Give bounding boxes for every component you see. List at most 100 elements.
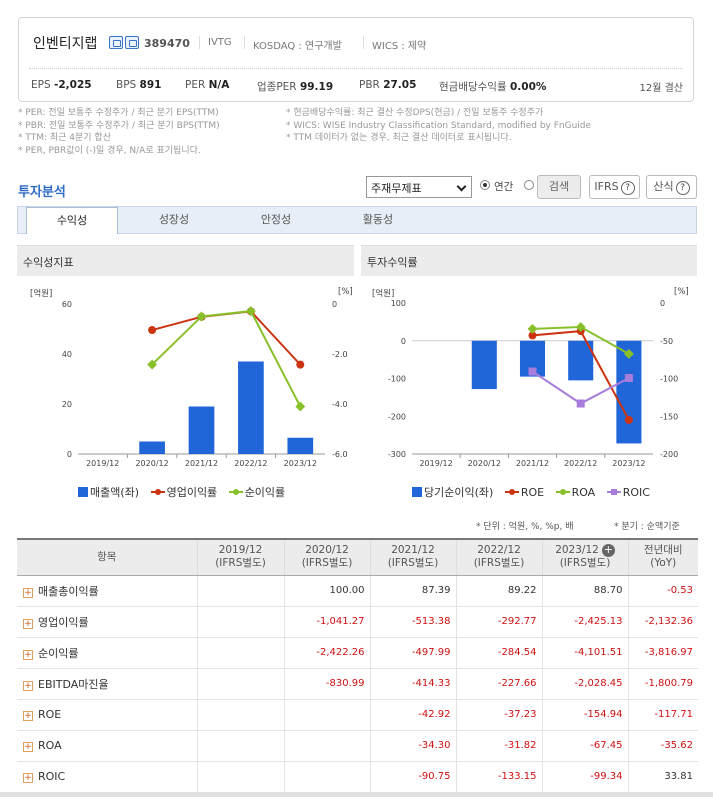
table-cell: -830.99 bbox=[283, 668, 370, 700]
table-cell: -2,028.45 bbox=[541, 668, 628, 700]
stock-code: 389470 bbox=[144, 37, 190, 50]
section-title: 투자분석 bbox=[18, 185, 66, 200]
row-label[interactable]: + 순이익률 bbox=[17, 637, 197, 669]
series-line bbox=[151, 310, 302, 366]
notes-right: * 현금배당수익률: 최근 결산 수정DPS(현금) / 전일 보통주 수정주가… bbox=[286, 107, 591, 145]
tab-profitability[interactable]: 수익성 bbox=[26, 207, 118, 234]
metric-pbr: PBR 27.05 bbox=[359, 79, 417, 91]
row-label[interactable]: + ROA bbox=[17, 730, 197, 762]
expand-icon[interactable]: + bbox=[23, 680, 33, 691]
x-tick-label: 2020/12 bbox=[468, 459, 501, 468]
col-header-2022: 2022/12 (IFRS별도) bbox=[455, 538, 542, 576]
row-label[interactable]: + 매출총이익률 bbox=[17, 575, 197, 607]
note: * TTM 데이터가 없는 경우, 최근 결산 데이터로 표시됩니다. bbox=[286, 133, 512, 143]
y-right-unit: [%] bbox=[338, 287, 353, 297]
tab-stability[interactable]: 안정성 bbox=[230, 207, 322, 234]
search-button[interactable]: 검색 bbox=[537, 175, 581, 199]
table-cell: -117.71 bbox=[627, 699, 698, 731]
horizontal-scrollbar[interactable] bbox=[0, 792, 713, 797]
radio-annual[interactable] bbox=[480, 180, 490, 190]
data-point bbox=[295, 401, 306, 412]
y-right-unit: [%] bbox=[674, 287, 689, 297]
x-tick-label: 2022/12 bbox=[234, 459, 267, 468]
expand-icon[interactable]: + bbox=[23, 649, 33, 660]
home-icon[interactable] bbox=[109, 36, 123, 49]
table-cell bbox=[283, 699, 370, 731]
table-cell bbox=[196, 668, 284, 700]
formula-help-button[interactable]: 산식? bbox=[646, 175, 697, 199]
divider bbox=[199, 36, 200, 49]
bar bbox=[238, 361, 264, 454]
tab-growth[interactable]: 성장성 bbox=[128, 207, 220, 234]
table-cell: -1,800.79 bbox=[627, 668, 698, 700]
table-cell: -67.45 bbox=[541, 730, 628, 762]
profitability-table: 항목 2019/12 (IFRS별도) 2020/12 (IFRS별도) 2021/… bbox=[17, 538, 698, 793]
y-left-tick: 100 bbox=[391, 299, 406, 308]
market-label: KOSDAQ : 연구개발 bbox=[253, 41, 342, 52]
y-right-tick: -200 bbox=[660, 450, 678, 459]
expand-icon[interactable]: + bbox=[23, 618, 33, 629]
statement-select[interactable]: 주재무제표 bbox=[366, 176, 472, 198]
note: * PBR: 전일 보통주 수정주가 / 최근 분기 BPS(TTM) bbox=[18, 120, 220, 131]
table-cell: -497.99 bbox=[369, 637, 456, 669]
analysis-tabs: 수익성 성장성 안정성 활동성 bbox=[17, 206, 697, 234]
table-cell bbox=[196, 575, 284, 607]
data-point bbox=[624, 415, 633, 424]
y-right-tick: -100 bbox=[660, 375, 678, 384]
note: * PER, PBR값이 (-)일 경우, N/A로 표기됩니다. bbox=[18, 145, 201, 156]
row-label[interactable]: + ROE bbox=[17, 699, 197, 731]
building-icon[interactable] bbox=[125, 36, 139, 49]
table-cell bbox=[196, 637, 284, 669]
expand-icon[interactable]: + bbox=[23, 742, 33, 752]
row-label[interactable]: + EBITDA마진율 bbox=[17, 668, 197, 700]
legend-label: ROA bbox=[571, 486, 596, 499]
table-cell: -154.94 bbox=[541, 699, 628, 731]
table-cell: 88.70 bbox=[541, 575, 628, 607]
radio-quarter[interactable] bbox=[524, 180, 534, 190]
legend-label: 당기순이익(좌) bbox=[424, 486, 494, 499]
wics-label: WICS : 제약 bbox=[372, 41, 427, 52]
row-label[interactable]: + 영업이익률 bbox=[17, 606, 197, 638]
table-cell: -3,816.97 bbox=[627, 637, 698, 669]
table-cell: -35.62 bbox=[627, 730, 698, 762]
table-cell: -37.23 bbox=[455, 699, 542, 731]
y-right-tick: 0 bbox=[660, 299, 665, 308]
legend-line-swatch bbox=[504, 487, 519, 497]
ifrs-help-button[interactable]: IFRS? bbox=[589, 175, 640, 199]
expand-icon[interactable]: + bbox=[23, 711, 33, 721]
expand-plus-icon[interactable]: + bbox=[601, 544, 615, 558]
data-point bbox=[148, 326, 157, 335]
table-cell: -2,425.13 bbox=[541, 606, 628, 638]
x-tick-label: 2019/12 bbox=[419, 459, 452, 468]
table-cell bbox=[283, 730, 370, 762]
table-cell: -133.15 bbox=[455, 761, 542, 793]
y-left-tick: 40 bbox=[62, 350, 72, 359]
table-row: + 순이익률 -2,422.26 -497.99 -284.54 -4,101.51 -3,… bbox=[17, 637, 698, 669]
profitability-chart: 60 40 20 0 0 -2.0 -4.0 -6.0 2019/12 2020/12 2021/1… bbox=[62, 300, 348, 468]
y-left-tick: 60 bbox=[62, 300, 72, 309]
question-icon: ? bbox=[620, 181, 635, 195]
metric-dividend-yield: 현금배당수익률 0.00% bbox=[439, 81, 547, 93]
tab-activity[interactable]: 활동성 bbox=[332, 207, 424, 234]
divider bbox=[244, 36, 245, 49]
col-header-2019: 2019/12 (IFRS별도) bbox=[196, 538, 284, 576]
company-name: 인벤티지랩 bbox=[33, 36, 98, 52]
legend-bar-swatch bbox=[412, 487, 422, 497]
x-tick-label: 2019/12 bbox=[86, 459, 119, 468]
x-tick-label: 2023/12 bbox=[612, 459, 645, 468]
y-right-tick: -4.0 bbox=[332, 400, 348, 409]
table-cell: -292.77 bbox=[455, 606, 542, 638]
data-point bbox=[528, 367, 537, 376]
row-label[interactable]: + ROIC bbox=[17, 761, 197, 793]
series-line bbox=[151, 310, 302, 407]
table-row: + ROIC -90.75 -133.15 -99.34 33.81 bbox=[17, 761, 698, 793]
bar bbox=[471, 340, 497, 390]
table-cell: 100.00 bbox=[283, 575, 370, 607]
table-row: + 매출총이익률 100.00 87.39 89.22 88.70 -0.53 bbox=[17, 575, 698, 607]
expand-icon[interactable]: + bbox=[23, 773, 33, 783]
table-cell: 89.22 bbox=[455, 575, 542, 607]
expand-icon[interactable]: + bbox=[23, 587, 33, 598]
table-row: + ROE -42.92 -37.23 -154.94 -117.71 bbox=[17, 699, 698, 731]
radio-annual-label[interactable]: 연간 bbox=[494, 179, 513, 194]
data-point bbox=[624, 374, 633, 383]
